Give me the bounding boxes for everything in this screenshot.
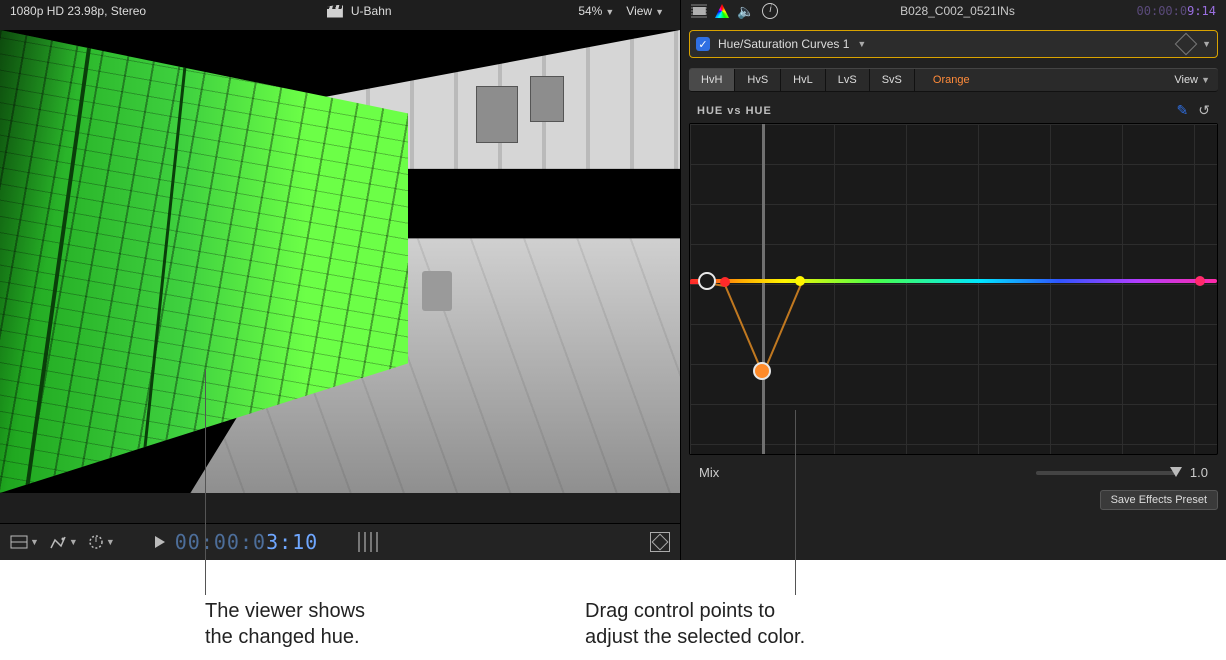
viewer-preview[interactable] [0, 30, 680, 493]
save-effects-preset-button[interactable]: Save Effects Preset [1100, 490, 1218, 510]
clapperboard-icon [327, 5, 343, 18]
control-point[interactable] [795, 276, 805, 286]
hue-curve-graph[interactable] [689, 123, 1218, 455]
transform-menu[interactable]: ▼ [49, 534, 78, 550]
chevron-down-icon: ▼ [857, 39, 866, 49]
chevron-down-icon[interactable]: ▼ [1202, 39, 1211, 49]
fullscreen-button[interactable] [650, 532, 670, 552]
keyframe-button[interactable] [1175, 33, 1198, 56]
chevron-down-icon: ▼ [602, 7, 614, 17]
effect-header[interactable]: ✓ Hue/Saturation Curves 1 ▼ ▼ [689, 30, 1218, 58]
viewer-panel: 1080p HD 23.98p, Stereo U-Bahn 54%▼ View… [0, 0, 680, 560]
tab-hvh[interactable]: HvH [689, 69, 735, 91]
curve-title: HUE vs HUE [697, 105, 772, 117]
inspector-timecode: 00:00:09:14 [1137, 4, 1216, 18]
caption-right: Drag control points to adjust the select… [585, 598, 805, 650]
control-point-start[interactable] [698, 272, 716, 290]
tab-hvl[interactable]: HvL [781, 69, 826, 91]
clip-name: U-Bahn [351, 4, 392, 18]
viewer-info-bar: 1080p HD 23.98p, Stereo U-Bahn 54%▼ View… [0, 0, 680, 22]
effect-name: Hue/Saturation Curves 1 [718, 37, 849, 51]
mix-label: Mix [699, 465, 719, 480]
app-window: 1080p HD 23.98p, Stereo U-Bahn 54%▼ View… [0, 0, 1226, 560]
control-point-selected[interactable] [753, 362, 771, 380]
view-menu[interactable]: View▼ [620, 2, 670, 20]
curve-tabs: HvH HvS HvL LvS SvS Orange View ▼ [689, 68, 1218, 92]
mix-row: Mix 1.0 [681, 455, 1226, 480]
tab-orange[interactable]: Orange [915, 69, 1166, 91]
info-inspector-icon[interactable]: i [762, 3, 778, 19]
mix-slider[interactable] [1036, 471, 1176, 475]
video-inspector-icon[interactable] [691, 4, 707, 18]
tab-lvs[interactable]: LvS [826, 69, 870, 91]
audio-meter [358, 532, 382, 552]
effect-enabled-checkbox[interactable]: ✓ [696, 37, 710, 51]
tab-svs[interactable]: SvS [870, 69, 915, 91]
reset-icon[interactable]: ↺ [1198, 102, 1210, 119]
slider-thumb[interactable] [1170, 467, 1182, 477]
callout-line [795, 410, 796, 595]
callout-line [205, 370, 206, 595]
viewer-timecode[interactable]: 00:00:03:10 [175, 530, 318, 554]
audio-inspector-icon[interactable]: 🔈 [737, 3, 754, 20]
play-button[interactable] [155, 536, 165, 548]
curve-path [690, 124, 1217, 458]
preview-image [0, 30, 680, 493]
curve-view-menu[interactable]: View ▼ [1166, 74, 1218, 86]
tab-hvs[interactable]: HvS [735, 69, 781, 91]
zoom-menu[interactable]: 54%▼ [572, 2, 620, 20]
eyedropper-icon[interactable]: ✎ [1177, 102, 1189, 119]
inspector-clip-name: B028_C002_0521INs [900, 4, 1015, 18]
clip-appearance-menu[interactable]: ▼ [10, 535, 39, 549]
clip-format: 1080p HD 23.98p, Stereo [10, 4, 146, 18]
retime-menu[interactable]: ▼ [88, 534, 115, 550]
color-inspector-icon[interactable] [715, 4, 729, 18]
control-point[interactable] [720, 277, 730, 287]
chevron-down-icon: ▼ [652, 7, 664, 17]
transport-bar: ▼ ▼ ▼ 00:00:03:10 [0, 523, 680, 560]
curve-header: HUE vs HUE ✎ ↺ [681, 92, 1226, 123]
control-point-end[interactable] [1195, 276, 1205, 286]
color-inspector-panel: 🔈 i B028_C002_0521INs 00:00:09:14 ✓ Hue/… [680, 0, 1226, 560]
mix-value: 1.0 [1190, 465, 1208, 480]
caption-left: The viewer shows the changed hue. [205, 598, 365, 650]
inspector-tab-bar: 🔈 i B028_C002_0521INs 00:00:09:14 [681, 0, 1226, 22]
